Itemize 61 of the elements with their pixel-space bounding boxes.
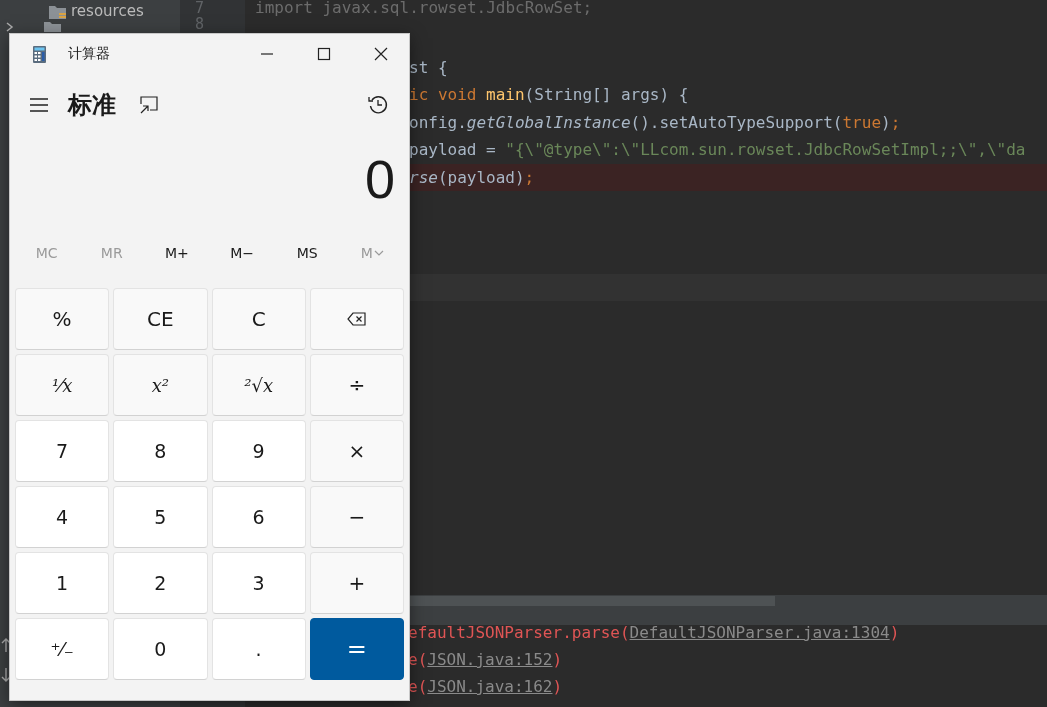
display-value: 0 xyxy=(364,148,395,210)
menu-icon xyxy=(30,97,48,113)
operator-key[interactable]: C xyxy=(211,288,306,350)
digit-key[interactable]: 5 xyxy=(113,486,208,548)
digit-key[interactable]: 6 xyxy=(211,486,306,548)
function-key[interactable]: x² xyxy=(113,354,208,416)
folder-icon xyxy=(44,22,61,32)
code-line: import javax.sql.rowset.JdbcRowSet; xyxy=(255,0,593,16)
stack-trace-link[interactable]: JSON.java:152 xyxy=(427,650,553,669)
digit-key[interactable]: 1 xyxy=(15,552,110,614)
operator-key[interactable]: ÷ xyxy=(309,354,404,416)
digit-key[interactable]: 0 xyxy=(113,618,208,680)
code-line: payload = "{\"@type\":\"LLcom.sun.rowset.JdbcRowSetImpl;;\",\"da xyxy=(409,139,1026,161)
menu-button[interactable] xyxy=(28,95,50,115)
operator-key[interactable]: % xyxy=(15,288,110,350)
up-arrow-icon xyxy=(0,638,12,653)
digit-key[interactable]: 3 xyxy=(211,552,306,614)
operator-key[interactable]: + xyxy=(309,552,404,614)
digit-key[interactable]: 4 xyxy=(15,486,110,548)
window-arrow-icon xyxy=(140,96,158,114)
stack-trace-text: ) xyxy=(889,623,900,642)
down-arrow-icon xyxy=(0,667,12,682)
stack-trace-text: ) xyxy=(552,650,563,669)
function-key[interactable]: ¹⁄x xyxy=(15,354,110,416)
operator-key[interactable]: CE xyxy=(113,288,208,350)
code-line: onfig.getGlobalInstance().setAutoTypeSupport(true); xyxy=(409,111,901,134)
backspace-key[interactable] xyxy=(309,288,404,350)
equals-key[interactable]: = xyxy=(309,618,404,680)
stack-trace-text: ) xyxy=(552,677,563,696)
operator-key[interactable]: − xyxy=(309,486,404,548)
keep-on-top-button[interactable] xyxy=(138,94,160,116)
digit-key[interactable]: 8 xyxy=(113,420,208,482)
operator-key[interactable]: × xyxy=(309,420,404,482)
mode-title: 标准 xyxy=(68,90,116,121)
minimize-icon xyxy=(259,53,274,55)
memory-button[interactable]: M+ xyxy=(161,241,193,265)
digit-key[interactable]: 7 xyxy=(15,420,110,482)
stack-trace-text: efaultJSONParser.parse( xyxy=(408,623,630,642)
window-title: 计算器 xyxy=(68,45,111,63)
digit-key[interactable]: 2 xyxy=(113,552,208,614)
digit-key[interactable]: . xyxy=(211,618,306,680)
chevron-icon xyxy=(5,22,14,32)
chevron-down-icon xyxy=(373,249,384,257)
memory-button[interactable]: M− xyxy=(226,241,258,265)
close-icon xyxy=(373,47,388,61)
memory-button[interactable]: MS xyxy=(292,241,322,265)
calculator-app-icon xyxy=(32,45,47,63)
code-line: ic void main(String[] args) { xyxy=(409,84,689,106)
maximize-icon xyxy=(316,47,331,61)
backspace-icon xyxy=(347,312,367,326)
scrollbar[interactable] xyxy=(409,596,775,606)
code-line: rse(payload); xyxy=(409,166,535,189)
stack-trace-link[interactable]: JSON.java:162 xyxy=(427,677,553,696)
digit-key[interactable]: 9 xyxy=(211,420,306,482)
function-key[interactable]: ²√x xyxy=(211,354,306,416)
tree-item[interactable]: resources xyxy=(71,2,144,20)
history-icon xyxy=(368,95,388,115)
stack-trace-link[interactable]: DefaultJSONParser.java:1304 xyxy=(629,623,890,642)
digit-key[interactable]: ⁺⁄₋ xyxy=(15,618,110,680)
code-line: st { xyxy=(409,56,448,79)
history-button[interactable] xyxy=(366,93,390,117)
